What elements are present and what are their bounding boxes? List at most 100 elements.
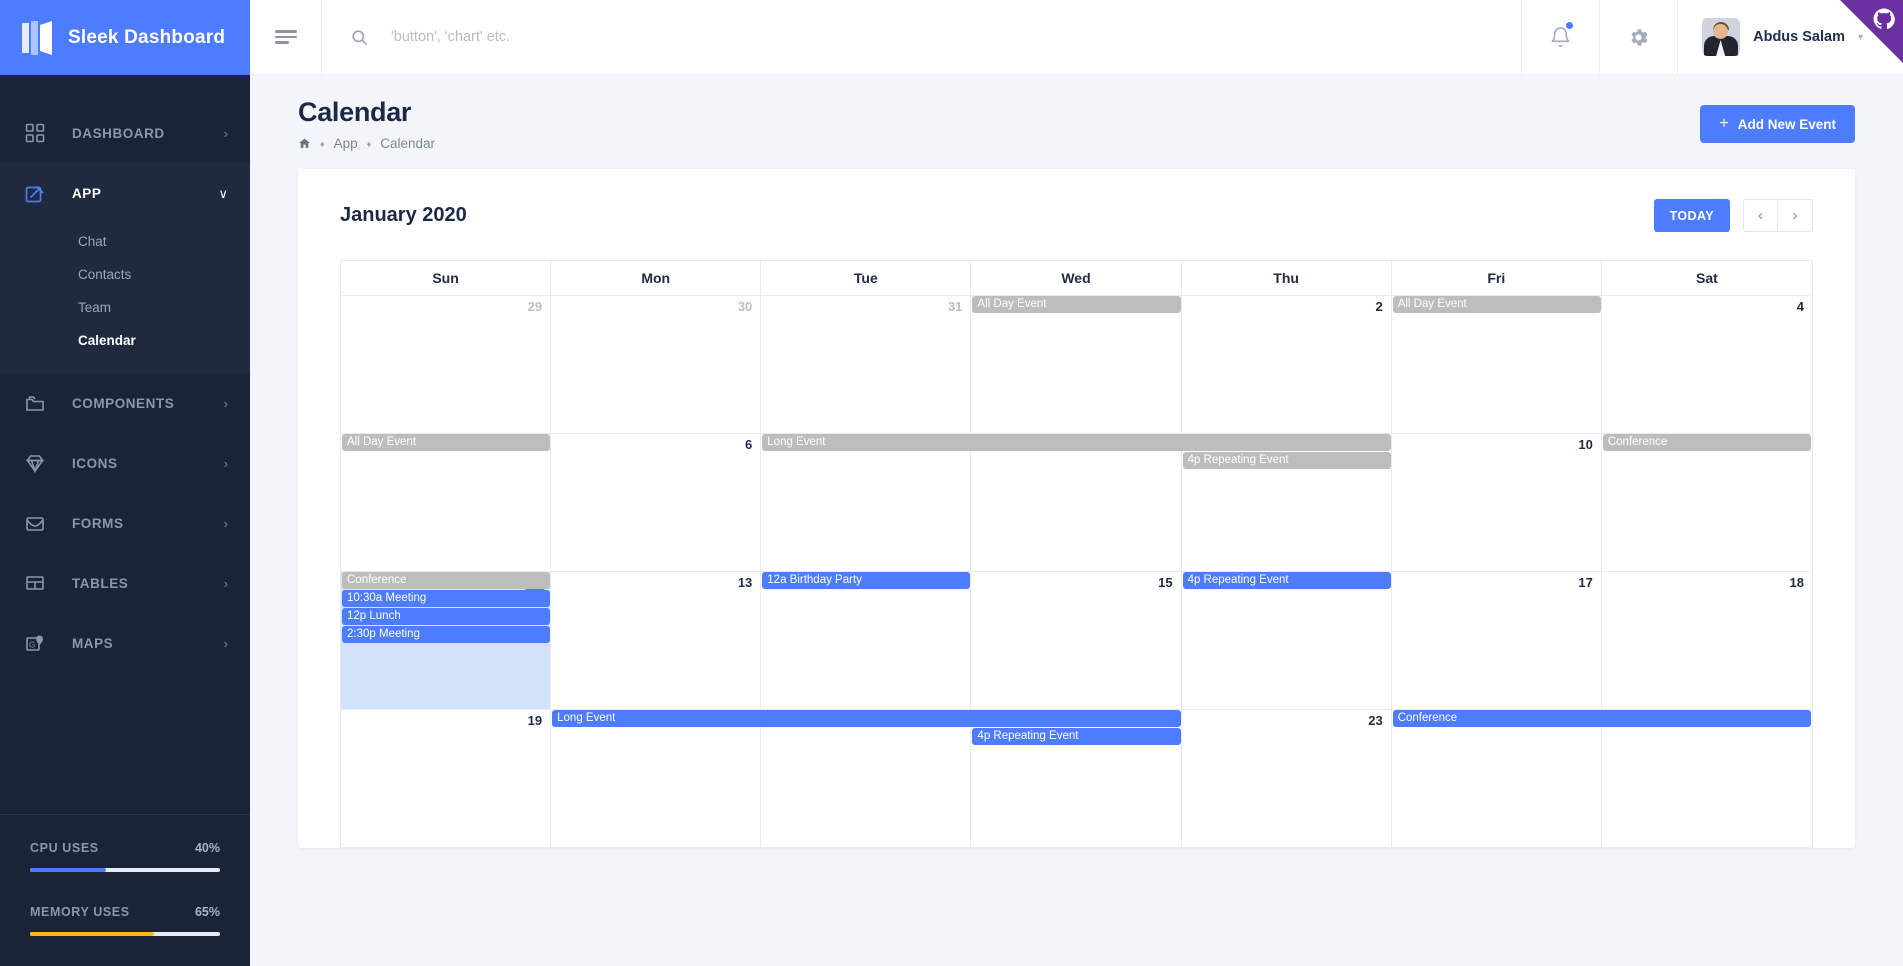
next-month-button[interactable]: › [1778, 199, 1813, 232]
calendar-event[interactable]: Conference [1392, 710, 1811, 727]
search-bar[interactable] [322, 0, 1521, 74]
memory-usage-value: 65% [194, 905, 220, 919]
calendar-day-cell[interactable]: 13 [551, 572, 762, 710]
table-icon [24, 572, 46, 594]
brand-header[interactable]: Sleek Dashboard [0, 0, 250, 75]
sidebar-item-app[interactable]: APP ∨ [0, 163, 250, 223]
calendar-day-number: 15 [1158, 575, 1173, 590]
sidebar-subitem-chat[interactable]: Chat [0, 225, 250, 258]
sidebar-item-forms[interactable]: FORMS › [0, 493, 250, 553]
calendar-day-cell[interactable]: 4 [1601, 296, 1812, 434]
calendar-day-cell[interactable]: 21 [761, 710, 972, 848]
calendar-day-cell[interactable]: 5 [341, 434, 552, 572]
cpu-usage-value: 40% [194, 841, 220, 855]
calendar-day-cell[interactable]: 6 [551, 434, 762, 572]
calendar-day-cell[interactable]: 1 [971, 296, 1182, 434]
hamburger-icon[interactable] [250, 0, 322, 74]
sidebar-item-maps[interactable]: G MAPS › [0, 613, 250, 673]
nav-group-dashboard: DASHBOARD › [0, 103, 250, 163]
search-icon [352, 29, 368, 45]
user-menu[interactable]: Abdus Salam ▾ [1677, 0, 1903, 74]
sidebar-item-dashboard[interactable]: DASHBOARD › [0, 103, 250, 163]
sidebar-item-label: ICONS [72, 455, 118, 471]
calendar-event[interactable]: Long Event [552, 710, 1181, 727]
calendar-day-cell[interactable]: 30 [551, 296, 762, 434]
calendar-event[interactable]: Conference [342, 572, 551, 589]
calendar-event[interactable]: All Day Event [342, 434, 551, 451]
calendar-day-cell[interactable]: 15 [971, 572, 1182, 710]
app-root: Sleek Dashboard DASHBOARD › APP ∨ Chat C… [0, 0, 1903, 966]
sidebar-subitem-team[interactable]: Team [0, 291, 250, 324]
prev-month-button[interactable]: ‹ [1743, 199, 1778, 232]
calendar-event[interactable]: 4p Repeating Event [1182, 572, 1391, 589]
calendar-event[interactable]: All Day Event [1392, 296, 1601, 313]
calendar-day-cell[interactable]: 7 [761, 434, 972, 572]
today-button[interactable]: TODAY [1653, 199, 1730, 232]
sidebar-item-tables[interactable]: TABLES › [0, 553, 250, 613]
notifications-button[interactable] [1521, 0, 1599, 74]
system-usage-panel: CPU USES 40% MEMORY USES 65% [0, 814, 250, 966]
calendar-day-cell[interactable]: 25 [1601, 710, 1812, 848]
calendar-event[interactable]: Long Event [762, 434, 1391, 451]
calendar-toolbar: January 2020 TODAY ‹ › [340, 195, 1813, 260]
home-icon[interactable] [298, 137, 311, 150]
calendar-day-cell[interactable]: 8 [971, 434, 1182, 572]
calendar-day-cell[interactable]: 20 [551, 710, 762, 848]
add-new-event-button[interactable]: + Add New Event [1700, 105, 1855, 143]
calendar-week-row: 12131415161718Conference12a Birthday Par… [341, 572, 1812, 710]
breadcrumb-item-calendar[interactable]: Calendar [380, 136, 435, 151]
calendar-weeks: 2930311234All Day EventAll Day Event5678… [341, 296, 1812, 848]
calendar-day-cell[interactable]: 3 [1391, 296, 1602, 434]
sidebar-item-label: APP [72, 185, 102, 201]
calendar-week-row: 29 30 31 1 23 4 All Day Event All Day Event [341, 296, 1812, 434]
calendar-day-cell[interactable]: 10 [1391, 434, 1602, 572]
calendar-week-row: 567891011All Day Event Long Event Conferen… [341, 434, 1812, 572]
sidebar-item-label: MAPS [72, 635, 114, 651]
calendar-event[interactable]: 4p Repeating Event [1182, 452, 1391, 469]
calendar-event[interactable]: 2:30p Meeting [342, 626, 551, 643]
calendar-event[interactable]: Conference [1602, 434, 1811, 451]
page-header-left: Calendar ♦ App ♦ Calendar [298, 97, 435, 151]
add-new-event-label: Add New Event [1737, 116, 1836, 132]
nav-group-app: APP ∨ Chat Contacts Team Calendar [0, 163, 250, 373]
chevron-down-icon: ∨ [218, 185, 228, 201]
search-input[interactable] [391, 29, 1211, 45]
sidebar-subitem-calendar[interactable]: Calendar [0, 324, 250, 357]
calendar-week-days: 29 30 31 1 23 4 [341, 296, 1812, 434]
sidebar-item-components[interactable]: COMPONENTS › [0, 373, 250, 433]
weekday-mon: Mon [551, 261, 762, 296]
calendar-event[interactable]: All Day Event [972, 296, 1181, 313]
envelope-icon [24, 512, 46, 534]
calendar-controls: TODAY ‹ › [1653, 199, 1813, 232]
sidebar-item-label: DASHBOARD [72, 125, 165, 141]
calendar-event[interactable]: 10:30a Meeting [342, 590, 551, 607]
calendar-week-days: 12131415161718 [341, 572, 1812, 710]
chevron-right-icon: › [223, 635, 228, 651]
calendar-event[interactable]: 12a Birthday Party [762, 572, 971, 589]
breadcrumb-item-app[interactable]: App [334, 136, 358, 151]
calendar-day-cell[interactable]: 11 [1601, 434, 1812, 572]
calendar-day-cell[interactable]: 29 [341, 296, 552, 434]
sidebar-item-icons[interactable]: ICONS › [0, 433, 250, 493]
calendar-event[interactable]: 12p Lunch [342, 608, 551, 625]
calendar-day-cell[interactable]: 16 [1181, 572, 1392, 710]
calendar-card: January 2020 TODAY ‹ › Sun Mon Tue Wed T… [298, 169, 1855, 848]
sidebar-subitem-contacts[interactable]: Contacts [0, 258, 250, 291]
calendar-day-cell[interactable]: 24 [1391, 710, 1602, 848]
breadcrumb: ♦ App ♦ Calendar [298, 136, 435, 151]
weekday-sat: Sat [1601, 261, 1812, 296]
calendar-day-cell[interactable]: 19 [341, 710, 552, 848]
user-name: Abdus Salam [1753, 29, 1845, 45]
calendar-day-cell[interactable]: 23 [1181, 710, 1392, 848]
calendar-week-days: 567891011 [341, 434, 1812, 572]
calendar-day-number: 18 [1789, 575, 1804, 590]
calendar-day-cell[interactable]: 18 [1601, 572, 1812, 710]
book-logo-icon [22, 20, 52, 55]
calendar-day-cell[interactable]: 14 [761, 572, 972, 710]
calendar-day-number: 2 [1375, 299, 1383, 314]
calendar-day-cell[interactable]: 31 [761, 296, 972, 434]
calendar-day-cell[interactable]: 2 [1181, 296, 1392, 434]
settings-button[interactable] [1599, 0, 1677, 74]
calendar-event[interactable]: 4p Repeating Event [972, 728, 1181, 745]
calendar-day-cell[interactable]: 17 [1391, 572, 1602, 710]
